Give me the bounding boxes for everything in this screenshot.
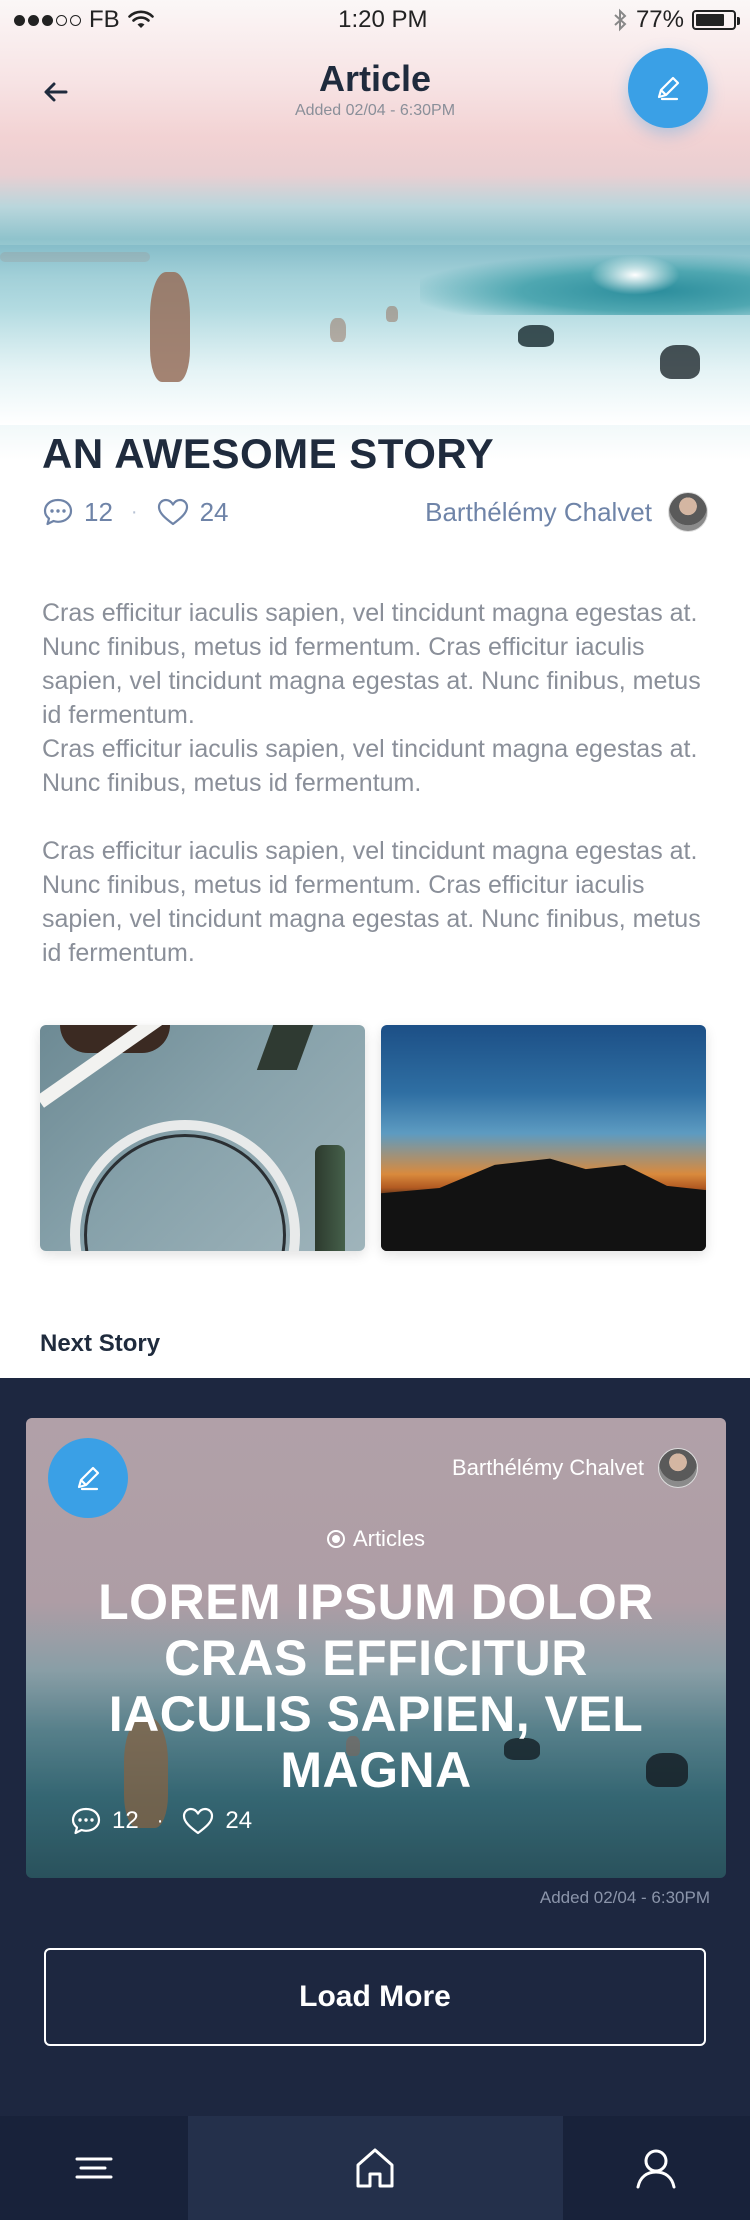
likes-count[interactable]: 24 bbox=[156, 497, 229, 528]
tab-menu[interactable] bbox=[0, 2116, 188, 2220]
status-time: 1:20 PM bbox=[338, 6, 428, 33]
meta-separator: · bbox=[130, 500, 138, 523]
carrier-name: FB bbox=[89, 6, 120, 33]
card-title: LOREM IPSUM DOLOR CRAS EFFICITUR IACULIS… bbox=[98, 1574, 654, 1798]
card-category-label: Articles bbox=[352, 1526, 426, 1551]
card-author-name: Barthélémy Chalvet bbox=[452, 1455, 644, 1480]
battery-icon bbox=[691, 10, 740, 30]
edit-button[interactable] bbox=[628, 48, 708, 128]
article-meta: 12 · 24 Barthélémy Chalvet bbox=[42, 490, 708, 534]
battery-percent: 77% bbox=[635, 6, 684, 33]
status-left: FB bbox=[14, 6, 154, 34]
gallery-image-mountain[interactable] bbox=[381, 1025, 706, 1251]
wifi-icon bbox=[127, 10, 154, 28]
hero-wave bbox=[420, 255, 750, 315]
next-story-label: Next Story bbox=[40, 1330, 161, 1357]
article-paragraph: Cras efficitur iaculis sapien, vel tinci… bbox=[42, 735, 698, 797]
card-meta-separator: · bbox=[156, 1809, 164, 1832]
hero-surfer bbox=[330, 318, 346, 342]
author-name: Barthélémy Chalvet bbox=[425, 496, 652, 527]
pencil-icon bbox=[77, 1466, 100, 1491]
next-story-card[interactable]: Barthélémy Chalvet Articles LOREM IPSUM … bbox=[26, 1418, 726, 1878]
card-author[interactable]: Barthélémy Chalvet bbox=[452, 1448, 698, 1488]
category-icon bbox=[326, 1530, 345, 1548]
article-body: Cras efficitur iaculis sapien, vel tinci… bbox=[42, 596, 708, 970]
card-date: Added 02/04 - 6:30PM bbox=[539, 1888, 710, 1907]
card-category: Articles bbox=[26, 1526, 726, 1552]
status-bar: FB 1:20 PM 77% bbox=[0, 0, 750, 40]
mountain-silhouette bbox=[381, 1158, 706, 1251]
battery-level bbox=[695, 14, 724, 26]
card-comments-value: 12 bbox=[112, 1807, 139, 1834]
hero-wave-foam bbox=[590, 255, 680, 295]
heart-icon bbox=[183, 1807, 214, 1835]
article-paragraph: Cras efficitur iaculis sapien, vel tinci… bbox=[42, 599, 701, 729]
bottom-tab-bar bbox=[0, 2116, 750, 2220]
signal-dot bbox=[28, 14, 39, 26]
top-nav: Article Added 02/04 - 6:30PM bbox=[0, 40, 750, 140]
comment-icon bbox=[71, 1807, 101, 1835]
card-edit-button[interactable] bbox=[48, 1438, 128, 1518]
image-gallery bbox=[40, 1025, 706, 1251]
card-author-avatar bbox=[658, 1448, 698, 1488]
menu-icon bbox=[75, 2157, 113, 2179]
hero-surfer bbox=[386, 306, 398, 322]
profile-icon bbox=[636, 2149, 676, 2189]
signal-dot bbox=[70, 14, 81, 26]
next-story-section: Barthélémy Chalvet Articles LOREM IPSUM … bbox=[0, 1378, 750, 2116]
tab-home[interactable] bbox=[187, 2116, 563, 2220]
card-comments-count[interactable]: 12 bbox=[70, 1806, 139, 1836]
tab-profile[interactable] bbox=[563, 2116, 750, 2220]
card-likes-value: 24 bbox=[225, 1807, 253, 1834]
hero-surfer bbox=[660, 345, 700, 379]
signal-dot bbox=[14, 14, 25, 26]
article-paragraph: Cras efficitur iaculis sapien, vel tinci… bbox=[42, 837, 701, 967]
card-likes-count[interactable]: 24 bbox=[181, 1806, 252, 1836]
hero-surfer bbox=[518, 325, 554, 347]
signal-icon bbox=[14, 14, 81, 26]
home-icon bbox=[356, 2148, 394, 2188]
heart-icon bbox=[157, 498, 188, 526]
pencil-icon bbox=[657, 76, 680, 101]
status-right: 77% bbox=[612, 6, 740, 34]
comments-value: 12 bbox=[84, 496, 113, 527]
hero-surfer bbox=[150, 272, 190, 382]
comment-icon bbox=[43, 498, 73, 526]
plant-leaf bbox=[256, 1025, 314, 1070]
likes-value: 24 bbox=[199, 496, 229, 527]
bottle bbox=[315, 1145, 345, 1251]
bluetooth-icon bbox=[614, 8, 627, 32]
author-avatar bbox=[668, 492, 708, 532]
signal-dot bbox=[42, 14, 53, 26]
card-stats: 12 · 24 bbox=[70, 1806, 252, 1836]
author-link[interactable]: Barthélémy Chalvet bbox=[425, 492, 708, 532]
load-more-button[interactable]: Load More bbox=[44, 1948, 706, 2046]
article-title: AN AWESOME STORY bbox=[42, 430, 495, 477]
comments-count[interactable]: 12 bbox=[42, 497, 113, 528]
gallery-image-bicycle[interactable] bbox=[40, 1025, 365, 1251]
signal-dot bbox=[56, 14, 67, 26]
